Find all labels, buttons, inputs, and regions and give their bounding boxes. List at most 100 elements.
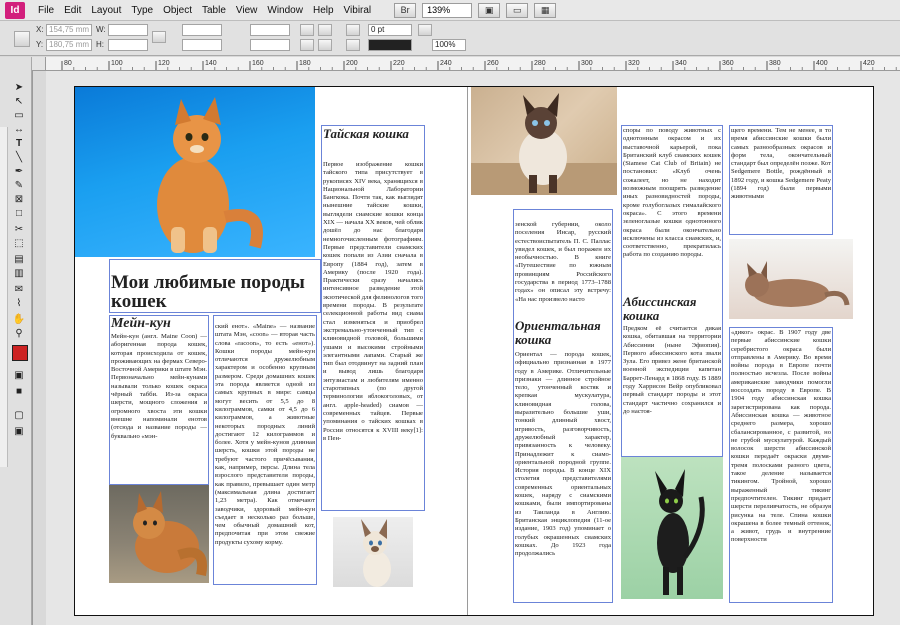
ruler-label: 100 [111, 60, 123, 67]
view-options-button[interactable]: ▣ [478, 2, 501, 18]
oriental-illustration [655, 469, 705, 595]
scissors-tool-icon[interactable]: ✂ [12, 223, 26, 236]
apply-color-icon[interactable]: ■ [12, 385, 26, 398]
text-oriental-top: зенской губернии, около поселения Инсар,… [515, 221, 611, 303]
menu-edit[interactable]: Edit [59, 0, 86, 21]
menu-vibiral[interactable]: Vibiral [339, 0, 377, 21]
menu-layout[interactable]: Layout [86, 0, 126, 21]
ruler-label: 320 [628, 60, 640, 67]
menu-view[interactable]: View [231, 0, 263, 21]
scale-x-field[interactable] [182, 24, 222, 36]
text-thai: Первое изображение кошки тайского типа п… [323, 161, 423, 442]
ruler-label: 380 [769, 60, 781, 67]
gradient-feather-tool-icon[interactable]: ▥ [12, 267, 26, 280]
pen-tool-icon[interactable]: ✒ [12, 165, 26, 178]
photo-maine-coon-kitten[interactable] [75, 87, 315, 257]
page-tool-icon[interactable]: ▭ [12, 109, 26, 122]
document-spread[interactable]: Мои любимые породы кошек Мейн-кун Мейн-к… [74, 86, 874, 616]
x-label: X: [36, 25, 44, 34]
kitten-illustration [157, 97, 263, 253]
photo-maine-coon-adult[interactable] [109, 485, 209, 583]
gap-tool-icon[interactable]: ↔ [12, 123, 26, 136]
hand-tool-icon[interactable]: ✋ [12, 313, 26, 326]
zoom-level-field[interactable]: 139% [422, 2, 473, 18]
heading-thai: Тайская кошка [323, 126, 409, 141]
ruler-label: 220 [393, 60, 405, 67]
rectangle-tool-icon[interactable]: □ [12, 207, 26, 220]
photo-abyssinian-kitten[interactable] [729, 239, 853, 319]
stroke-color-icon[interactable] [346, 39, 360, 51]
line-tool-icon[interactable]: ╲ [12, 151, 26, 164]
type-tool-icon[interactable]: T [12, 137, 26, 150]
ruler-label: 420 [863, 60, 875, 67]
height-field[interactable] [108, 39, 148, 51]
text-abyssinian: Предком её считается дикая кошка, обитав… [623, 325, 721, 415]
zoom-tool-icon[interactable]: ⚲ [12, 327, 26, 340]
text-abyssinian-top: споры по поводу животных с однотонным ок… [623, 127, 721, 259]
width-field[interactable] [108, 24, 148, 36]
effects-icon[interactable] [418, 24, 432, 36]
screen-mode-button[interactable]: ▭ [506, 2, 529, 18]
opacity-field[interactable]: 100% [432, 39, 466, 51]
flip-vertical-icon[interactable] [318, 39, 332, 51]
rotation-field[interactable] [250, 24, 290, 36]
h-label: H: [96, 40, 104, 49]
shear-field[interactable] [250, 39, 290, 51]
ruler-origin[interactable] [32, 57, 46, 71]
vertical-ruler[interactable] [0, 127, 8, 467]
document-title: Мои любимые породы кошек [111, 272, 305, 312]
rotate-ccw-icon[interactable] [318, 24, 332, 36]
rotate-cw-icon[interactable] [300, 24, 314, 36]
spread-spine [467, 87, 468, 615]
gradient-tool-icon[interactable]: ▤ [12, 253, 26, 266]
eyedropper-tool-icon[interactable]: ⌇ [12, 297, 26, 310]
fill-color-icon[interactable] [346, 24, 360, 36]
heading-oriental: Ориентальная кошка [515, 318, 601, 347]
formatting-container-icon[interactable]: ▣ [12, 369, 26, 382]
selection-tool-icon[interactable]: ➤ [12, 81, 26, 94]
normal-view-mode-icon[interactable]: ▢ [12, 409, 26, 422]
pencil-tool-icon[interactable]: ✎ [12, 179, 26, 192]
control-panel: X: 154,75 mm Y: 180,75 mm W: H: 0 pt 100… [0, 21, 900, 56]
stroke-type-field[interactable] [368, 39, 412, 51]
tools-panel: ➤ ↖ ▭ ↔ T ╲ ✒ ✎ ⊠ □ ✂ ⬚ ▤ ▥ ✉ ⌇ ✋ ⚲ ▣ ■ … [0, 57, 32, 625]
menu-bar: Id File Edit Layout Type Object Table Vi… [0, 0, 900, 21]
menu-file[interactable]: File [33, 0, 59, 21]
scale-y-field[interactable] [182, 39, 222, 51]
horizontal-ruler[interactable]: 80 100 120 140 160 180 200 220 240 260 280 300 320 34… [32, 57, 900, 71]
flip-horizontal-icon[interactable] [300, 39, 314, 51]
x-position-field[interactable]: 154,75 mm [46, 24, 92, 36]
menu-window[interactable]: Window [262, 0, 308, 21]
photo-black-oriental[interactable] [621, 457, 723, 599]
heading-abyssinian: Абиссинская кошка [623, 294, 697, 323]
ruler-label: 360 [722, 60, 734, 67]
horizontal-ruler-ticks: 80 100 120 140 160 180 200 220 240 260 280 300 320 34… [61, 60, 897, 70]
ruler-label: 400 [816, 60, 828, 67]
text-maine-coon-col2: ский енот». «Maine» — название штата Мэн… [215, 323, 315, 546]
arrange-documents-button[interactable]: ▦ [534, 2, 557, 18]
siamese-illustration [471, 93, 617, 195]
text-maine-coon-col1: Мейн-кун (англ. Maine Coon) — аборигенна… [111, 333, 207, 440]
note-tool-icon[interactable]: ✉ [12, 283, 26, 296]
document-canvas[interactable]: Мои любимые породы кошек Мейн-кун Мейн-к… [46, 71, 900, 625]
ruler-label: 280 [534, 60, 546, 67]
abyssinian-illustration [745, 261, 850, 307]
direct-selection-tool-icon[interactable]: ↖ [12, 95, 26, 108]
constrain-proportions-icon[interactable] [152, 31, 166, 43]
menu-help[interactable]: Help [308, 0, 339, 21]
heading-maine-coon: Мейн-кун [111, 316, 171, 331]
menu-type[interactable]: Type [126, 0, 158, 21]
rectangle-frame-tool-icon[interactable]: ⊠ [12, 193, 26, 206]
menu-table[interactable]: Table [197, 0, 231, 21]
menu-object[interactable]: Object [158, 0, 197, 21]
photo-siamese-cat[interactable] [471, 87, 617, 195]
fill-stroke-swatch-icon[interactable] [12, 345, 28, 361]
bridge-button[interactable]: Br [394, 2, 417, 18]
photo-thai-kitten[interactable] [333, 517, 413, 587]
y-position-field[interactable]: 180,75 mm [46, 39, 92, 51]
stroke-weight-field[interactable]: 0 pt [368, 24, 412, 36]
reference-point-icon[interactable] [14, 31, 30, 47]
free-transform-tool-icon[interactable]: ⬚ [12, 237, 26, 250]
preview-mode-icon[interactable]: ▣ [12, 425, 26, 438]
ruler-label: 160 [252, 60, 264, 67]
